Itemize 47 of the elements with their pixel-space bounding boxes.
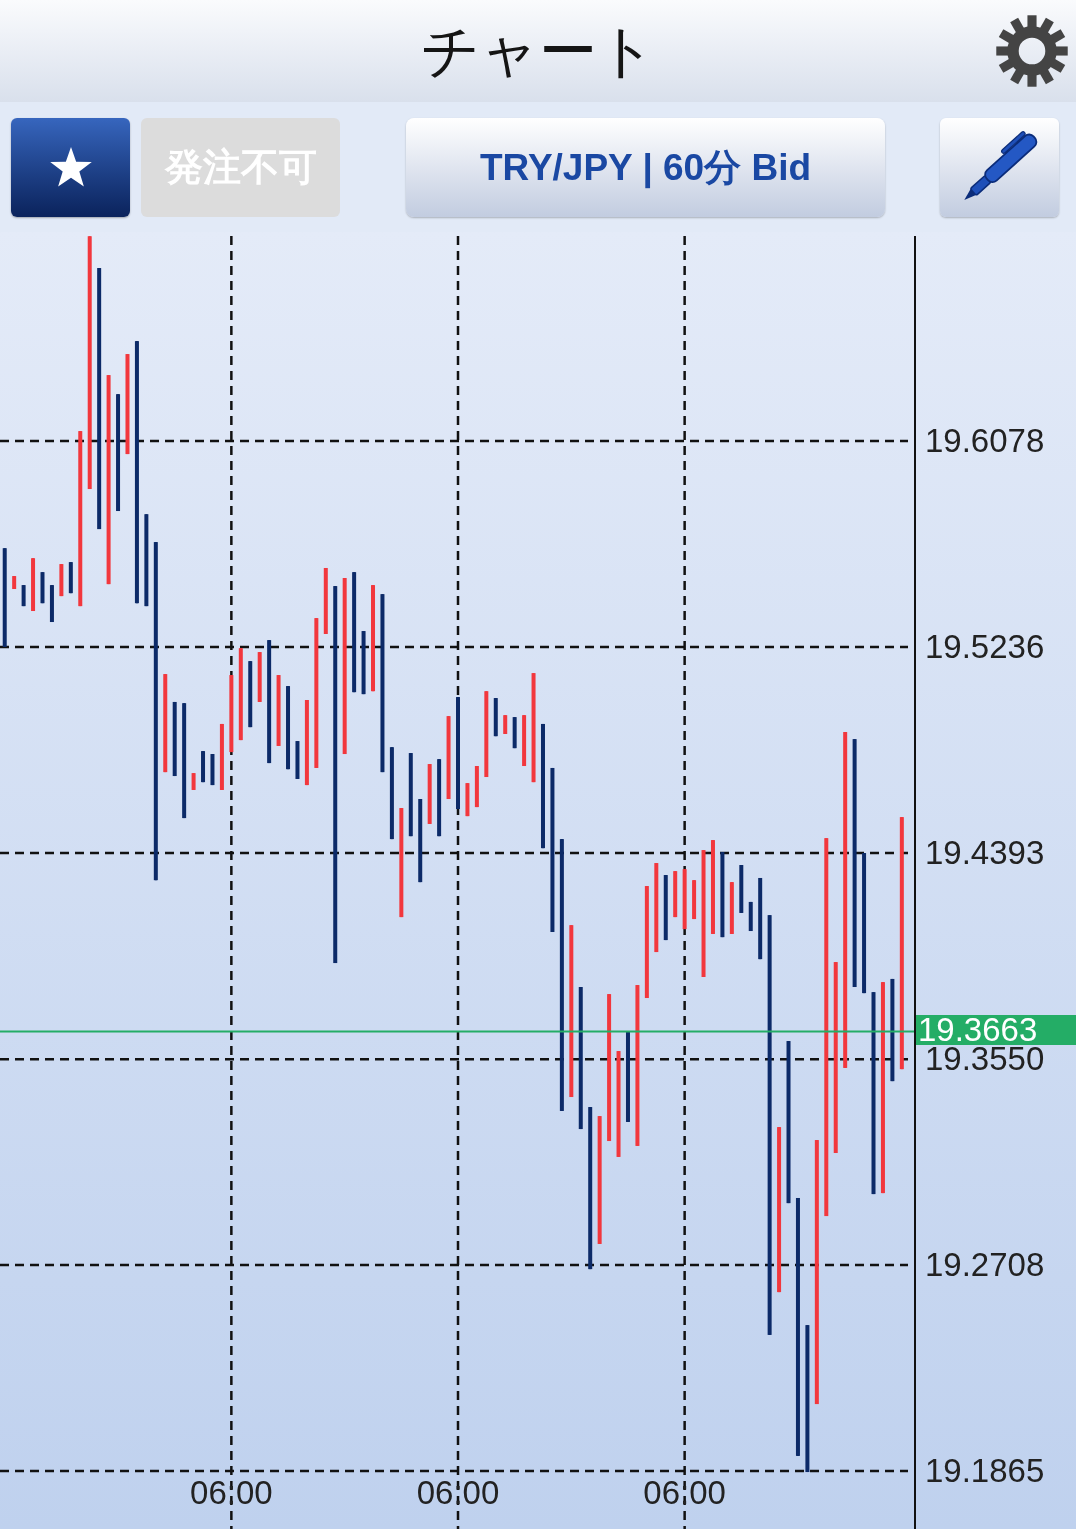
price-candle [692,879,697,921]
price-candle [493,697,498,738]
price-candle [748,900,753,933]
price-candle [68,561,73,595]
price-axis-label: 19.5236 [925,631,1045,662]
symbol-button[interactable]: TRY/JPY | 60分 Bid [406,118,885,217]
price-candle [201,750,206,784]
price-candle [59,563,64,598]
price-candle [663,874,668,942]
price-candle [465,782,470,818]
price-candle [295,740,300,780]
time-axis-label: 06:00 [642,1476,727,1510]
price-candle [474,765,479,809]
time-axis-label: 06:00 [189,1476,274,1510]
price-candle [512,716,517,750]
price-candle [323,567,328,635]
price-axis-label: 19.2708 [925,1249,1045,1280]
price-candle [210,753,215,787]
price-candle [503,714,508,735]
screen-title: チャート [420,22,656,80]
price-axis-label: 19.4393 [925,838,1045,869]
price-axis-label: 19.6078 [925,426,1045,457]
price-candle [257,651,262,703]
price-axis-label: 19.1865 [925,1456,1045,1487]
price-candle [49,584,54,623]
settings-icon [994,13,1070,89]
price-candle [12,575,17,590]
price-candle [682,868,687,931]
price-candle [729,881,734,935]
time-axis-label: 06:00 [415,1476,501,1510]
price-candle [522,714,527,767]
price-candle [248,660,253,729]
current-price-label: 19.3663 [916,1014,1076,1045]
price-axis-label: 19.3550 [925,1044,1045,1075]
price-candle [31,557,36,612]
price-candle [427,763,432,825]
price-candle [673,870,678,919]
price-candle [739,864,744,914]
price-candle [21,584,26,608]
price-candle [191,772,196,791]
star-icon [48,146,93,189]
price-candle [361,630,366,696]
favorite-button[interactable] [11,118,130,217]
settings-button[interactable] [994,13,1070,89]
price-candle [219,722,224,791]
drawing-tool-button[interactable] [940,118,1059,217]
price-candle [40,571,45,605]
